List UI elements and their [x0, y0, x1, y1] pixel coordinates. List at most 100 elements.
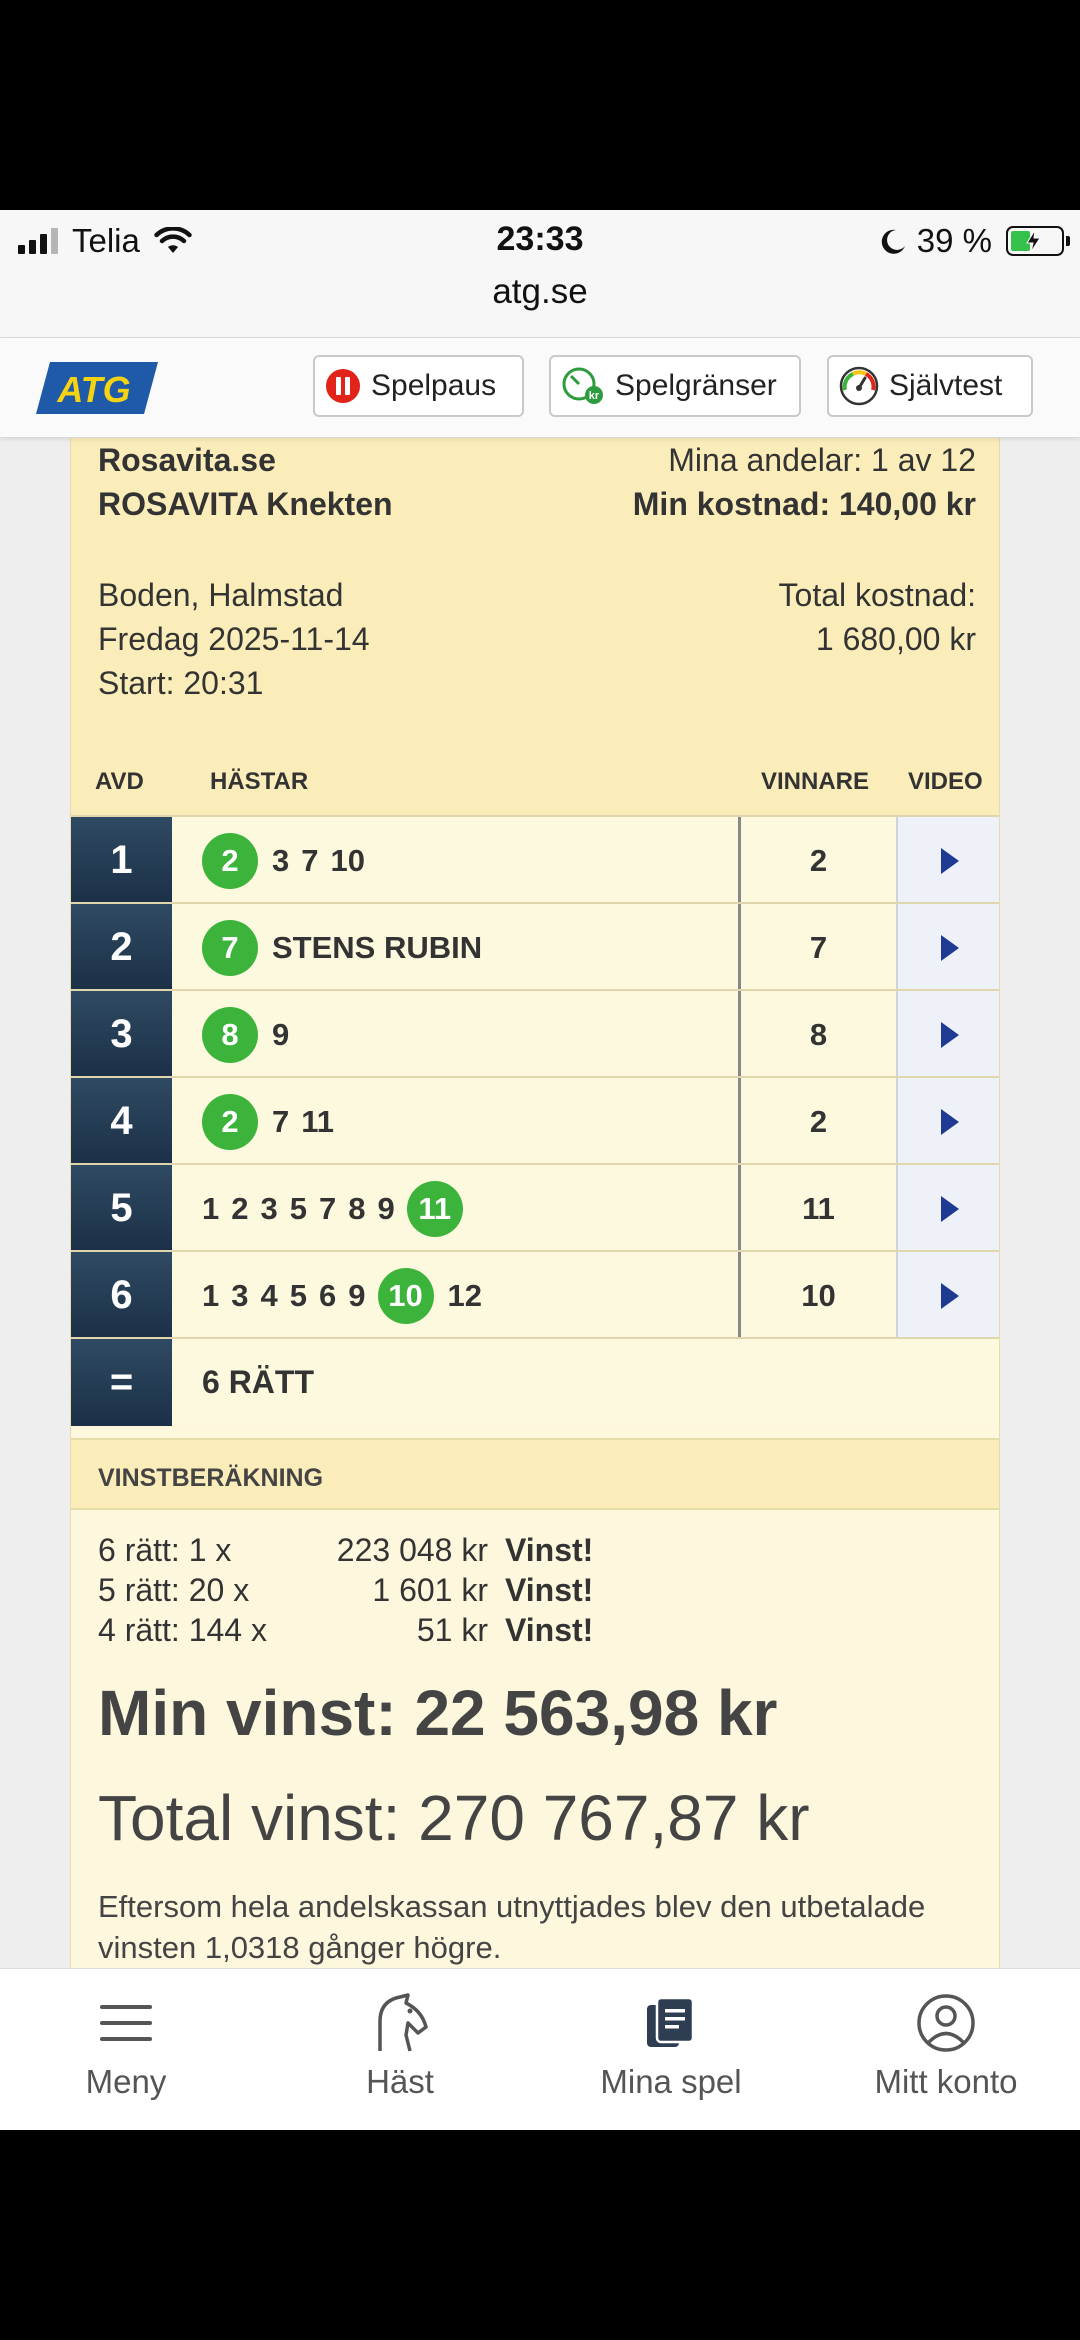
horse-number: 5	[289, 1190, 307, 1226]
avd-number: 1	[71, 817, 172, 904]
winning-horse-badge: 11	[406, 1180, 463, 1237]
header-avd: AVD	[95, 768, 144, 795]
race-date: Fredag 2025-11-14	[98, 621, 370, 657]
svg-text:ATG: ATG	[56, 369, 130, 410]
race-row: 2 7 STENS RUBIN 7	[71, 902, 999, 991]
total-win: Total vinst: 270 767,87 kr	[98, 1782, 810, 1854]
moon-icon	[881, 229, 905, 254]
winning-horse-badge: 2	[202, 832, 258, 889]
selected-horses: 1 2 3 5 7 8 9 11	[202, 1165, 477, 1252]
game-result-card: Rosavita.se ROSAVITA Knekten Mina andela…	[70, 438, 1000, 1968]
vinstberakning-header: VINSTBERÄKNING	[71, 1438, 999, 1510]
horse-number: 7	[319, 1190, 337, 1226]
my-win: Min vinst: 22 563,98 kr	[98, 1677, 778, 1749]
selected-horses: 2 3 7 10	[202, 817, 377, 904]
horse-number: 11	[301, 1103, 335, 1139]
horse-number: 5	[289, 1277, 307, 1313]
race-row: 1 2 3 7 10 2	[71, 815, 999, 904]
spelpaus-button[interactable]: Spelpaus	[313, 355, 524, 417]
horse-number: 3	[260, 1190, 278, 1226]
atg-logo[interactable]: ATG	[36, 362, 158, 414]
play-icon	[940, 1021, 959, 1048]
horse-number: 12	[447, 1277, 482, 1313]
phone-screen: Telia 23:33 39 % atg.se ATG Spelpaus kr …	[0, 210, 1080, 2130]
avd-number: 2	[71, 904, 172, 991]
spelpaus-label: Spelpaus	[371, 369, 497, 402]
horse-number: 4	[260, 1277, 278, 1313]
tab-mitt-konto[interactable]: Mitt konto	[858, 1969, 1034, 2130]
avd-number: 4	[71, 1078, 172, 1165]
race-row: 4 2 7 11 2	[71, 1076, 999, 1165]
selected-horses: 89	[202, 991, 301, 1078]
result-summary-row: = 6 RÄTT	[71, 1337, 999, 1426]
play-icon	[940, 1108, 959, 1135]
tab-hast[interactable]: Häst	[330, 1969, 470, 2130]
payout-note: Eftersom hela andelskassan utnyttjades b…	[98, 1889, 926, 1965]
svg-text:kr: kr	[589, 390, 600, 402]
selected-horses: 1 3 4 5 6 9 10 12	[202, 1252, 494, 1339]
winning-horse-badge: 10	[377, 1267, 434, 1324]
selected-horses: 2 7 11	[202, 1078, 346, 1165]
play-icon	[940, 934, 959, 961]
sum-symbol: =	[71, 1339, 172, 1426]
tab-mina-spel[interactable]: Mina spel	[590, 1969, 752, 2130]
correct-count: 6 RÄTT	[202, 1364, 314, 1400]
sjalvtest-label: Självtest	[889, 369, 1003, 402]
horse-number: 6	[319, 1277, 337, 1313]
site-name: Rosavita.se	[98, 442, 276, 478]
url-bar[interactable]: atg.se	[0, 272, 1080, 312]
video-play-button[interactable]	[898, 817, 999, 904]
tab-meny[interactable]: Meny	[56, 1969, 196, 2130]
video-play-button[interactable]	[898, 1078, 999, 1165]
race-row: 5 1 2 3 5 7 8 9 11 11	[71, 1163, 999, 1252]
video-play-button[interactable]	[898, 991, 999, 1078]
total-cost-value: 1 680,00 kr	[815, 621, 976, 657]
spelgranser-button[interactable]: kr Spelgränser	[549, 355, 801, 417]
horse-number: 7	[272, 1103, 290, 1139]
gauge-icon	[839, 366, 879, 406]
video-play-button[interactable]	[898, 1252, 999, 1339]
play-icon	[940, 1282, 959, 1309]
coupons-icon	[647, 1996, 695, 2047]
play-icon	[940, 847, 959, 874]
winner-number: 2	[738, 1078, 898, 1165]
limits-icon: kr	[562, 367, 603, 404]
avd-number: 5	[71, 1165, 172, 1252]
calc-line: 4 rätt: 144 x 51 kr Vinst!	[98, 1612, 594, 1648]
battery-charging-icon	[1006, 226, 1070, 256]
account-icon	[917, 1994, 975, 2052]
team-name: ROSAVITA Knekten	[98, 486, 393, 522]
my-shares: Mina andelar: 1 av 12	[668, 442, 976, 478]
horse-number: 3	[272, 842, 290, 878]
horse-number: 1	[202, 1190, 220, 1226]
video-play-button[interactable]	[898, 1165, 999, 1252]
calc-line: 6 rätt: 1 x 223 048 kr Vinst!	[98, 1532, 594, 1568]
battery-percent: 39 %	[916, 222, 992, 259]
winner-number: 8	[738, 991, 898, 1078]
vinstberakning-title: VINSTBERÄKNING	[98, 1464, 324, 1492]
sjalvtest-button[interactable]: Självtest	[827, 355, 1033, 417]
horse-number: 1	[202, 1277, 220, 1313]
winner-number: 11	[738, 1165, 898, 1252]
header-horses: HÄSTAR	[210, 768, 309, 795]
header-winner: VINNARE	[761, 768, 870, 795]
total-cost-label: Total kostnad:	[778, 577, 976, 613]
spelgranser-label: Spelgränser	[615, 369, 777, 402]
start-time: Start: 20:31	[98, 665, 264, 701]
horse-number: 3	[231, 1277, 249, 1313]
top-navigation: ATG Spelpaus kr Spelgränser Självtest	[0, 338, 1080, 438]
horse-number: 2	[231, 1190, 249, 1226]
video-play-button[interactable]	[898, 904, 999, 991]
winner-number: 2	[738, 817, 898, 904]
selected-horses: 7 STENS RUBIN	[202, 904, 482, 991]
winner-number: 10	[738, 1252, 898, 1339]
game-info-header: Rosavita.se ROSAVITA Knekten Mina andela…	[71, 438, 999, 815]
horse-number: 9	[377, 1190, 395, 1226]
winning-horse-badge: 8	[202, 1006, 258, 1063]
horse-number: 7	[301, 842, 319, 878]
menu-icon	[100, 2005, 152, 2041]
horse-icon	[378, 1993, 428, 2052]
horse-name: STENS RUBIN	[272, 929, 483, 965]
play-icon	[940, 1195, 959, 1222]
bottom-tab-bar: Meny Häst Mina spel Mitt konto	[0, 1968, 1080, 2130]
